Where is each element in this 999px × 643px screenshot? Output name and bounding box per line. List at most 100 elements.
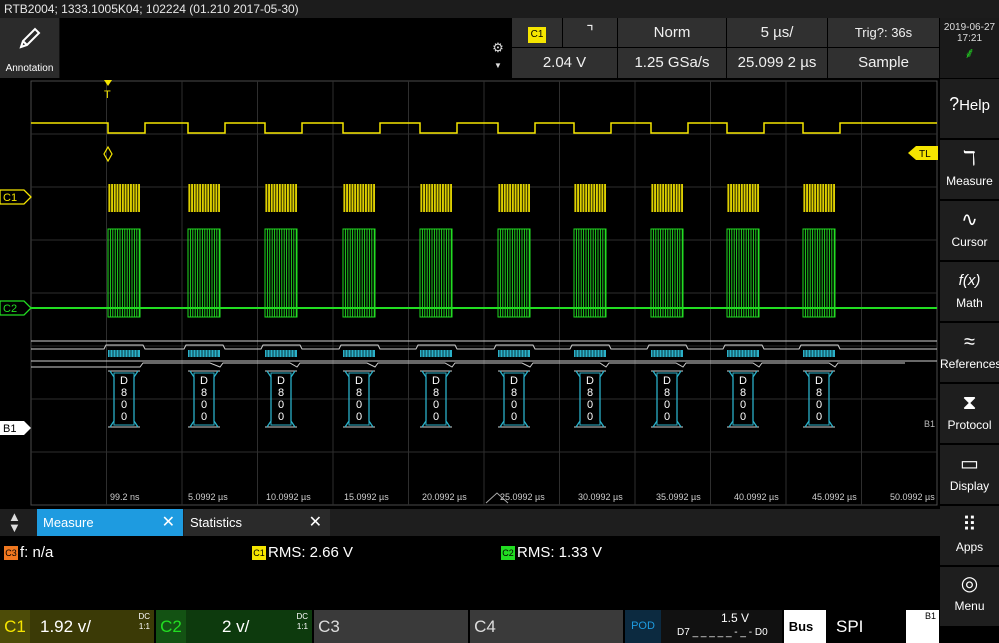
decode-char: 0 <box>587 399 593 411</box>
sidebar-label-measure: Measure <box>946 174 993 188</box>
decode-char: D <box>432 375 440 387</box>
decode-char: 0 <box>433 399 439 411</box>
trigger-level-marker: TL <box>908 146 938 160</box>
protocol-icon: ⧗ <box>962 392 977 414</box>
decode-char: D <box>355 375 363 387</box>
math-icon: f(x) <box>958 272 981 289</box>
decode-char: 8 <box>278 387 284 399</box>
b1-right-label: B1 <box>924 419 935 429</box>
trigger-mode[interactable]: Norm <box>618 18 726 47</box>
timebase[interactable]: 5 µs/ <box>727 18 827 47</box>
time-label: 50.0992 µs <box>890 492 935 502</box>
channel-c3[interactable]: C3 <box>314 610 469 643</box>
tab-measure[interactable]: Measure ✕ <box>37 509 183 536</box>
decode-char: 0 <box>740 399 746 411</box>
trigger-slope[interactable]: ⌝ <box>563 18 617 47</box>
decode-char: 0 <box>278 399 284 411</box>
decode-char: 0 <box>816 399 822 411</box>
measurement-rms-c1[interactable]: C1 RMS: 2.66 V <box>252 544 353 562</box>
sidebar-label-display: Display <box>949 479 990 493</box>
time-label: 20.0992 µs <box>422 492 467 502</box>
time-label: 35.0992 µs <box>656 492 701 502</box>
decode-char: 0 <box>433 411 439 423</box>
decode-char: 8 <box>433 387 439 399</box>
close-icon[interactable]: ✕ <box>162 509 175 536</box>
sidebar-button-display[interactable]: ▭ Display <box>940 445 999 505</box>
decode-char: 0 <box>201 399 207 411</box>
sidebar-button-math[interactable]: f(x) Math <box>940 262 999 322</box>
decode-char: 0 <box>121 399 127 411</box>
horizontal-position[interactable]: 25.099 2 µs <box>727 48 827 78</box>
decode-char: 0 <box>664 399 670 411</box>
close-icon[interactable]: ✕ <box>309 509 322 536</box>
channel-c4[interactable]: C4 <box>470 610 624 643</box>
acquisition-mode[interactable]: Sample <box>828 48 939 78</box>
measurement-frequency[interactable]: C3 f: n/a <box>4 544 53 562</box>
channel-logic-pod[interactable]: POD 1.5 V D7 _ _ _ _ _ - _ - D0 <box>625 610 783 643</box>
sidebar-button-protocol[interactable]: ⧗ Protocol <box>940 384 999 444</box>
channel-bar: C1 1.92 v/ DC 1:1 C2 2 v/ DC 1:1 C3 C4 POD… <box>0 610 940 643</box>
decode-char: D <box>739 375 747 387</box>
time-label: 30.0992 µs <box>578 492 623 502</box>
time-label: 5.0992 µs <box>188 492 228 502</box>
measurement-rms-c2[interactable]: C2 RMS: 1.33 V <box>501 544 602 562</box>
decode-char: 0 <box>201 411 207 423</box>
sidebar-label-help: Help <box>959 97 990 114</box>
measure-icon: ℸ <box>963 148 976 170</box>
sidebar-button-help[interactable]: ?Help <box>940 79 999 139</box>
decode-char: 8 <box>587 387 593 399</box>
sidebar-button-cursor[interactable]: ∿ Cursor <box>940 201 999 261</box>
help-icon: ? <box>949 94 960 114</box>
bus-b1[interactable]: Bus SPI B1 <box>784 610 940 643</box>
channel-c1[interactable]: C1 1.92 v/ DC 1:1 <box>0 610 155 643</box>
time-label: 25.0992 µs <box>500 492 545 502</box>
svg-text:TL: TL <box>919 149 931 160</box>
decode-char: 0 <box>664 411 670 423</box>
decode-char: 8 <box>121 387 127 399</box>
decode-char: D <box>586 375 594 387</box>
references-icon: ≈ <box>964 331 975 353</box>
pencil-icon <box>19 27 41 49</box>
waveform-display[interactable]: D800D800D800D800D800D800D800D800D800D800… <box>0 79 940 509</box>
svg-text:C1: C1 <box>3 192 17 204</box>
display-icon: ▭ <box>960 453 979 475</box>
menu-icon: ◎ <box>960 573 979 595</box>
time-label: 45.0992 µs <box>812 492 857 502</box>
sidebar-button-measure[interactable]: ℸ Measure <box>940 140 999 200</box>
waveform-svg[interactable]: D800D800D800D800D800D800D800D800D800D800… <box>0 79 940 509</box>
clock: 2019-06-27 17:21 ⸙ <box>940 18 999 78</box>
date: 2019-06-27 <box>943 22 996 33</box>
panel-resize-icon[interactable]: ▲ ▼ <box>8 510 21 534</box>
measurement-results: C3 f: n/a C1 RMS: 2.66 V C2 RMS: 1.33 V <box>0 536 940 568</box>
sidebar-button-apps[interactable]: ⠿ Apps <box>940 506 999 566</box>
decode-char: 8 <box>356 387 362 399</box>
trigger-status: Trig?: 36s <box>828 18 939 47</box>
time-label: 10.0992 µs <box>266 492 311 502</box>
decode-char: 0 <box>511 399 517 411</box>
settings-gear-icon[interactable]: ⚙ ▼ <box>488 40 508 80</box>
time: 17:21 <box>956 33 983 44</box>
decode-char: 8 <box>201 387 207 399</box>
c1-marker: C1 <box>0 189 32 205</box>
decode-char: 8 <box>740 387 746 399</box>
trigger-marker: T <box>104 80 112 101</box>
trigger-diamond <box>103 145 113 163</box>
bus-line-4 <box>31 362 905 368</box>
sidebar-label-references: References <box>940 357 999 371</box>
window-title: RTB2004; 1333.1005K04; 102224 (01.210 20… <box>0 0 999 18</box>
trigger-source[interactable]: C1 <box>512 18 562 47</box>
decode-char: 0 <box>121 411 127 423</box>
annotation-label: Annotation <box>5 63 54 74</box>
sidebar-button-references[interactable]: ≈ References <box>940 323 999 383</box>
trigger-level[interactable]: 2.04 V <box>512 48 617 78</box>
apps-icon: ⠿ <box>962 514 977 536</box>
channel-c2[interactable]: C2 2 v/ DC 1:1 <box>156 610 313 643</box>
time-label: 15.0992 µs <box>344 492 389 502</box>
time-label: 40.0992 µs <box>734 492 779 502</box>
annotation-button[interactable]: Annotation <box>0 18 60 78</box>
tab-statistics[interactable]: Statistics ✕ <box>184 509 330 536</box>
decode-char: D <box>277 375 285 387</box>
decode-char: 8 <box>816 387 822 399</box>
sidebar-button-menu[interactable]: ◎ Menu <box>940 567 999 627</box>
decode-char: 0 <box>356 411 362 423</box>
